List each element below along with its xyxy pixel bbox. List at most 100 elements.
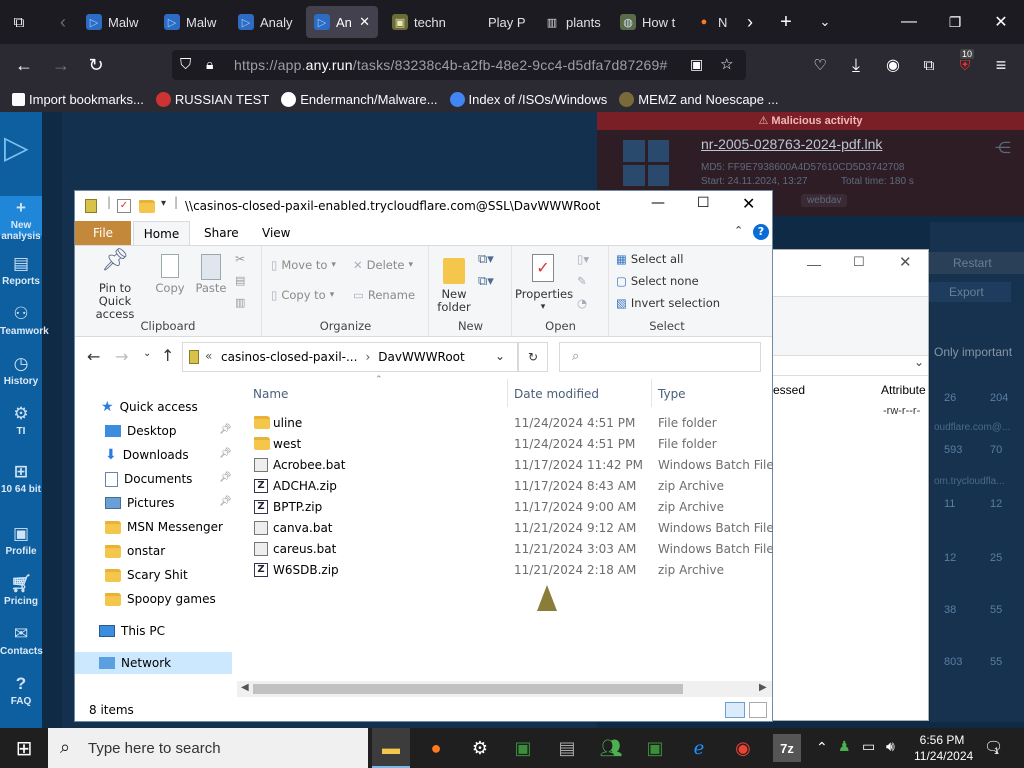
app-taskbar-icon-2[interactable]: ▤ [553,734,581,762]
task-tag[interactable]: webdav [801,194,848,207]
sidebar-item[interactable]: ◷ History [0,354,42,387]
nav-this-pc[interactable]: This PC [99,620,165,642]
easy-access-icon[interactable]: ⧉▾ [478,274,494,289]
bookmark-star-icon[interactable]: ☆ [720,55,734,73]
minimize-button[interactable]: — [886,0,932,44]
new-folder-button[interactable]: New folder [432,254,476,314]
nav-item[interactable]: MSN Messenger [105,516,223,538]
tab-home[interactable]: Home [133,221,190,245]
copy-to-button[interactable]: ▯ Copy to ▾ [271,288,334,302]
extensions-icon[interactable]: ⧉ [916,53,942,77]
new-folder-quick-icon[interactable] [139,200,155,216]
scroll-right-icon[interactable]: ▶ [759,682,767,693]
horizontal-scrollbar[interactable]: ◀ ▶ [237,681,772,697]
tab-view[interactable]: View [252,221,300,245]
close-button[interactable]: ✕ [978,0,1024,44]
close-tab-icon[interactable]: ✕ [359,14,370,30]
file-row[interactable]: canva.bat 11/21/2024 9:12 AM Windows Batch… [237,517,774,538]
app-taskbar-icon-1[interactable]: ▣ [509,734,537,762]
help-icon[interactable]: ? [753,224,769,240]
sidebar-item[interactable]: ⚇ Teamwork [0,304,49,337]
bg-maximize-icon[interactable]: ☐ [853,254,865,270]
taskbar-clock[interactable]: 6:56 PM 11/24/2024 [914,732,973,764]
nav-network[interactable]: Network [75,652,232,674]
share-icon[interactable]: ⋲ [995,138,1011,158]
explorer-maximize-button[interactable]: ☐ [697,195,710,211]
large-icons-view-icon[interactable] [749,702,767,718]
tab-scroll-left-icon[interactable]: ‹ [50,10,76,34]
7zip-taskbar-icon[interactable]: 7z [773,734,801,762]
cut-icon[interactable]: ✂ [235,252,245,266]
firefox-taskbar-icon[interactable]: ● [422,734,450,762]
details-view-icon[interactable] [725,702,745,718]
open-icon[interactable]: ▯▾ [577,252,589,266]
sidebar-item[interactable]: ✉ Contacts [0,624,43,657]
bookmark-item[interactable]: Import bookmarks... [12,92,144,107]
file-row[interactable]: west 11/24/2024 4:51 PM File folder [237,433,772,454]
recent-locations-icon[interactable]: ⌄ [143,348,151,359]
copy-path-icon[interactable]: ▤ [235,274,245,287]
back-button[interactable]: ← [11,53,37,77]
nav-item[interactable]: Scary Shit [105,564,188,586]
edit-icon[interactable]: ✎ [577,274,587,288]
address-bar[interactable]: « casinos-closed-paxil-... › DavWWWRoot … [182,342,518,372]
bookmark-item[interactable]: MEMZ and Noescape ... [619,91,778,107]
volume-tray-icon[interactable]: 🔊︎ [886,738,895,755]
browser-tab[interactable]: ▷ Malw [78,6,150,38]
tray-messenger-icon[interactable]: ♟ [838,738,851,755]
move-to-button[interactable]: ▯ Move to ▾ [271,258,336,272]
browser-tab[interactable]: ▷ Analy [230,6,300,38]
search-input[interactable]: ⌕ [559,342,761,372]
show-hidden-icons[interactable]: ⌃ [816,739,828,756]
internet-explorer-icon[interactable]: ℯ [685,734,713,762]
history-file-icon[interactable]: ◔ [577,296,587,310]
list-tabs-icon[interactable]: ⌄ [812,10,838,34]
bg-dropdown-icon[interactable]: ⌄ [914,355,924,369]
bookmark-item[interactable]: Endermanch/Malware... [281,91,438,107]
only-important-toggle[interactable]: Only important [934,345,1012,359]
file-row[interactable]: Z BPTP.zip 11/17/2024 9:00 AM zip Archive [237,496,772,517]
tab-share[interactable]: Share [194,221,249,245]
file-row[interactable]: Z ADCHA.zip 11/17/2024 8:43 AM zip Archive [237,475,772,496]
nav-item[interactable]: Desktop 📌︎ [105,420,232,442]
browser-tab[interactable]: Play P [458,6,530,38]
downloads-button-icon[interactable]: ⤓ [843,53,869,77]
settings-taskbar-icon[interactable]: ⚙ [466,734,494,762]
lock-icon[interactable]: 🔒︎ [206,56,214,73]
notifications-icon[interactable]: 🗨︎ 1 [984,738,1003,756]
up-folder-icon[interactable]: ↑ [161,346,174,365]
export-button[interactable]: Export [929,282,1011,302]
restart-button[interactable]: Restart [929,252,1024,274]
delete-button[interactable]: ✕ Delete ▾ [353,258,413,272]
file-row[interactable]: Acrobee.bat 11/17/2024 11:42 PM Windows Ba… [237,454,774,475]
taskbar-search[interactable]: ⌕ Type here to search [48,728,368,768]
bg-close-icon[interactable]: ✕ [899,253,912,271]
properties-button[interactable]: ✓ Properties ▾ [515,254,573,314]
nav-item[interactable]: ⬇ Downloads 📌︎ [105,444,232,466]
qat-dropdown-icon[interactable]: ▾ [161,198,166,209]
sidebar-item[interactable]: ? FAQ [0,674,42,707]
column-type[interactable]: Type [658,387,686,407]
address-dropdown-icon[interactable]: ⌄ [495,349,505,363]
browser-tab[interactable]: ◍ How t [612,6,682,38]
browser-tab[interactable]: ▣ techn [384,6,452,38]
invert-selection-button[interactable]: ▧ Invert selection [616,296,720,310]
sidebar-item[interactable]: + New analysis [0,196,42,242]
browser-tab[interactable]: ● Ne [688,6,728,38]
bookmark-item[interactable]: RUSSIAN TEST [155,91,269,107]
account-icon[interactable]: ◉ [880,53,906,77]
new-item-icon[interactable]: ⧉▾ [478,252,494,267]
nav-item[interactable]: onstar [105,540,165,562]
file-row[interactable]: Z W6SDB.zip 11/21/2024 2:18 AM zip Archive [237,559,772,580]
task-name[interactable]: nr-2005-028763-2024-pdf.lnk [701,136,882,152]
app-taskbar-icon-3[interactable]: ▣ [641,734,669,762]
scroll-left-icon[interactable]: ◀ [241,682,249,693]
browser-tab[interactable]: ▥ plants [536,6,606,38]
chrome-taskbar-icon[interactable]: ◉ [729,734,757,762]
pocket-icon[interactable]: ♡ [807,53,833,77]
paste-shortcut-icon[interactable]: ▥ [235,296,245,309]
tab-overview-icon[interactable]: ⧉ [6,10,32,34]
scrollbar-thumb[interactable] [253,684,683,694]
copy-button[interactable]: Copy [153,254,187,295]
browser-tab[interactable]: ▷ An ✕ [306,6,378,38]
